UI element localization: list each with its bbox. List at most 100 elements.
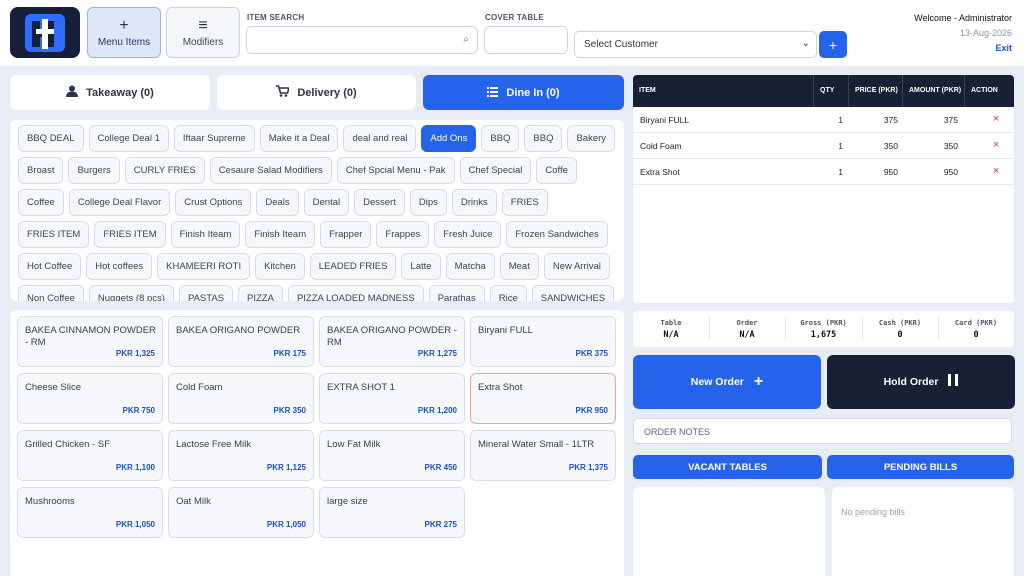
category-chip[interactable]: Drinks xyxy=(451,189,497,216)
category-chip[interactable]: College Deal 1 xyxy=(88,125,169,152)
pending-bills-list: No pending bills xyxy=(832,487,1014,576)
category-chip[interactable]: Add Ons xyxy=(421,125,477,152)
product-price: PKR 1,275 xyxy=(417,349,457,358)
category-chip[interactable]: Hot coffees xyxy=(86,253,153,280)
category-chip[interactable]: Dips xyxy=(409,189,447,216)
category-chip[interactable]: Parathas xyxy=(428,285,485,301)
hold-order-button[interactable]: Hold Order xyxy=(827,355,1015,409)
product-card[interactable]: Lactose Free Milk PKR 1,125 xyxy=(168,430,314,481)
product-price: PKR 1,125 xyxy=(266,463,306,472)
product-card[interactable]: Extra Shot PKR 950 xyxy=(470,373,616,424)
tab-delivery[interactable]: Delivery (0) xyxy=(217,75,416,110)
category-chip[interactable]: BBQ DEAL xyxy=(18,125,84,152)
category-chip[interactable]: deal and real xyxy=(343,125,417,152)
category-chip[interactable]: BBQ xyxy=(481,125,520,152)
category-chip[interactable]: LEADED FRIES xyxy=(309,253,397,280)
category-chip[interactable]: Iftaar Supreme xyxy=(173,125,255,152)
order-item: Cold Foam xyxy=(640,141,682,151)
category-chip[interactable]: Chef Spcial Menu - Pak xyxy=(336,157,455,184)
category-chip[interactable]: Deals xyxy=(256,189,299,216)
category-chip[interactable]: Kitchen xyxy=(255,253,305,280)
modifiers-label: Modifiers xyxy=(182,36,224,48)
category-chip[interactable]: Cesaure Salad Modifiers xyxy=(209,157,332,184)
summary-card: Card (PKR) 0 xyxy=(938,311,1014,347)
order-amount: 950 xyxy=(943,167,958,177)
category-chip[interactable]: Fresh Juice xyxy=(434,221,502,248)
summary-table-value: N/A xyxy=(663,330,679,340)
category-chip[interactable]: Hot Coffee xyxy=(18,253,82,280)
product-card[interactable]: Low Fat Milk PKR 450 xyxy=(319,430,465,481)
product-card[interactable]: Mushrooms PKR 1,050 xyxy=(17,487,163,538)
tab-delivery-label: Delivery (0) xyxy=(297,86,357,99)
category-chip[interactable]: SANDWICHES xyxy=(531,285,615,301)
category-chip[interactable]: Frapper xyxy=(320,221,372,248)
product-card[interactable]: Cheese Slice PKR 750 xyxy=(17,373,163,424)
vacant-tables-button[interactable]: VACANT TABLES xyxy=(633,455,822,479)
category-chip[interactable]: FRIES ITEM xyxy=(18,221,90,248)
category-chip[interactable]: Make it a Deal xyxy=(259,125,339,152)
product-card[interactable]: BAKEA ORIGANO POWDER - RM PKR 1,275 xyxy=(319,316,465,367)
product-card[interactable]: EXTRA SHOT 1 PKR 1,200 xyxy=(319,373,465,424)
delete-item-icon[interactable]: × xyxy=(993,139,999,151)
category-chip[interactable]: PIZZA xyxy=(238,285,283,301)
customer-select[interactable]: Select Customer ⌄ xyxy=(574,31,817,58)
category-chip[interactable]: Non Coffee xyxy=(18,285,84,301)
category-chip[interactable]: Finish Iteam xyxy=(170,221,241,248)
tab-dine-in[interactable]: Dine In (0) xyxy=(423,75,624,110)
modifiers-button[interactable]: ≡ Modifiers xyxy=(166,7,240,58)
category-chip[interactable]: College Deal Flavor xyxy=(68,189,171,216)
category-chip[interactable]: Broast xyxy=(18,157,64,184)
order-notes-input[interactable]: ORDER NOTES xyxy=(633,418,1012,444)
category-chip[interactable]: KHAMEERI ROTI xyxy=(157,253,251,280)
category-chip[interactable]: New Arrival xyxy=(543,253,610,280)
plus-icon: + xyxy=(119,16,129,34)
no-pending-bills-text: No pending bills xyxy=(841,507,906,517)
pending-bills-button[interactable]: PENDING BILLS xyxy=(827,455,1014,479)
tab-takeaway[interactable]: Takeaway (0) xyxy=(10,75,210,110)
product-card[interactable]: Mineral Water Small - 1LTR PKR 1,375 xyxy=(470,430,616,481)
category-chip[interactable]: Bakery xyxy=(567,125,616,152)
category-chip[interactable]: PASTAS xyxy=(178,285,234,301)
category-chip[interactable]: CURLY FRIES xyxy=(124,157,205,184)
category-chip[interactable]: BBQ xyxy=(524,125,563,152)
category-chip[interactable]: FRIES xyxy=(501,189,548,216)
product-card[interactable]: Biryani FULL PKR 375 xyxy=(470,316,616,367)
order-table: ITEM QTY PRICE (PKR) AMOUNT (PKR) ACTION… xyxy=(633,75,1014,303)
category-chip[interactable]: PIZZA LOADED MADNESS xyxy=(287,285,424,301)
product-card[interactable]: Cold Foam PKR 350 xyxy=(168,373,314,424)
product-card[interactable]: Grilled Chicken - SF PKR 1,100 xyxy=(17,430,163,481)
category-chip[interactable]: Chef Special xyxy=(459,157,532,184)
category-chip[interactable]: Finish Iteam xyxy=(245,221,316,248)
category-chip[interactable]: Nuggets (8 pcs) xyxy=(88,285,174,301)
category-chip[interactable]: Frappes xyxy=(376,221,430,248)
category-chip[interactable]: Coffe xyxy=(536,157,577,184)
category-chip[interactable]: Rice xyxy=(489,285,527,301)
category-chip[interactable]: Matcha xyxy=(445,253,495,280)
category-chip[interactable]: Coffee xyxy=(18,189,64,216)
menu-items-button[interactable]: + Menu Items xyxy=(87,7,161,58)
category-chip[interactable]: Dental xyxy=(303,189,350,216)
col-price: PRICE (PKR) xyxy=(849,75,903,107)
delete-item-icon[interactable]: × xyxy=(993,165,999,177)
category-chip[interactable]: Latte xyxy=(401,253,441,280)
category-chip[interactable]: Meat xyxy=(499,253,539,280)
pause-icon xyxy=(948,373,959,391)
cover-table-label: COVER TABLE xyxy=(485,13,544,22)
cover-table-input[interactable] xyxy=(484,26,568,54)
add-customer-button[interactable]: + xyxy=(819,31,847,58)
product-card[interactable]: Oat Milk PKR 1,050 xyxy=(168,487,314,538)
category-chip[interactable]: Crust Options xyxy=(175,189,252,216)
product-card[interactable]: large size PKR 275 xyxy=(319,487,465,538)
logo-mark-icon xyxy=(25,13,65,52)
delete-item-icon[interactable]: × xyxy=(993,113,999,125)
product-card[interactable]: BAKEA CINNAMON POWDER - RM PKR 1,325 xyxy=(17,316,163,367)
category-chip[interactable]: FRIES ITEM xyxy=(94,221,166,248)
category-chip[interactable]: Dessert xyxy=(354,189,405,216)
item-search-input[interactable]: ⌕ xyxy=(246,26,478,54)
exit-link[interactable]: Exit xyxy=(995,43,1012,53)
new-order-button[interactable]: New Order + xyxy=(633,355,821,409)
product-card[interactable]: BAKEA ORIGANO POWDER PKR 175 xyxy=(168,316,314,367)
category-chip[interactable]: Frozen Sandwiches xyxy=(506,221,608,248)
product-price: PKR 1,050 xyxy=(266,520,306,529)
category-chip[interactable]: Burgers xyxy=(68,157,120,184)
